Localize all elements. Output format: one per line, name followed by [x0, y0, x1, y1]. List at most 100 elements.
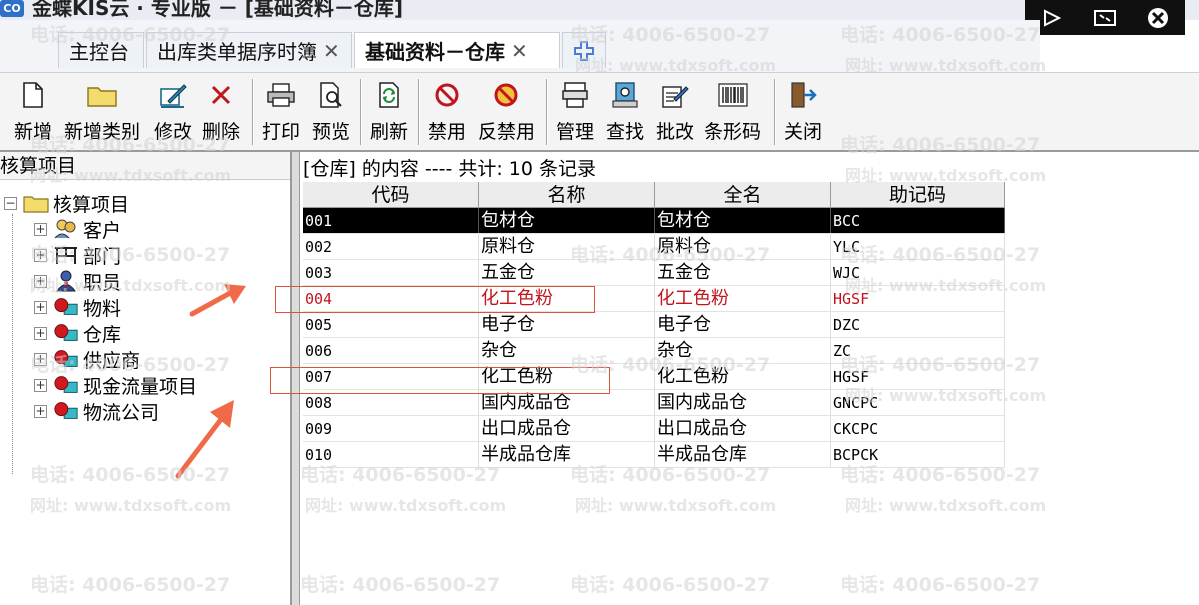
tree-item-department[interactable]: + 部门 [34, 242, 121, 268]
plus-icon [574, 40, 594, 61]
tab-label: 基础资料－仓库 [365, 40, 505, 64]
expand-icon[interactable]: + [34, 378, 47, 392]
tree-item-employee[interactable]: + 职员 [34, 268, 121, 294]
warehouse-table: 代码 名称 全名 助记码 001 包材仓 包材仓 BCC 002 原料仓 原料仓… [303, 182, 1005, 468]
expand-icon[interactable]: + [34, 222, 47, 236]
toolbar-separator [546, 79, 548, 145]
tab-bar: 主控台 出库类单据序时簿 ✕ 基础资料－仓库 ✕ [0, 20, 1040, 72]
table-row[interactable]: 010 半成品仓库 半成品仓库 BCPCK [303, 442, 1005, 468]
toolbar-separator [774, 79, 776, 145]
ban-icon [435, 83, 459, 107]
refresh-button[interactable]: 刷新 [370, 79, 408, 145]
column-header[interactable]: 全名 [655, 182, 831, 207]
minimize-icon[interactable] [1038, 5, 1066, 31]
batch-edit-icon [662, 86, 689, 108]
expand-icon[interactable]: + [34, 404, 47, 418]
edit-button[interactable]: 修改 [154, 79, 192, 145]
table-row[interactable]: 001 包材仓 包材仓 BCC [303, 208, 1005, 234]
refresh-icon [379, 82, 399, 108]
close-button[interactable]: 关闭 [784, 79, 822, 145]
expand-icon[interactable]: + [34, 274, 47, 288]
edit-icon [160, 84, 187, 108]
find-icon [612, 82, 638, 108]
toolbar-separator [360, 79, 362, 145]
warehouse-icon [53, 322, 79, 344]
toolbar-separator [418, 79, 420, 145]
department-icon [53, 244, 79, 266]
restore-icon[interactable] [1091, 5, 1119, 31]
printer-icon [267, 83, 295, 107]
tree-item-supplier[interactable]: + 供应商 [34, 346, 140, 372]
tab-outbound-journal[interactable]: 出库类单据序时簿 ✕ [146, 32, 352, 68]
table-header: 代码 名称 全名 助记码 [303, 182, 1005, 208]
table-row[interactable]: 005 电子仓 电子仓 DZC [303, 312, 1005, 338]
add-tab-button[interactable] [562, 32, 606, 68]
highlight-box [275, 286, 595, 313]
table-row[interactable]: 003 五金仓 五金仓 WJC [303, 260, 1005, 286]
window-controls [1025, 0, 1185, 35]
preview-icon [320, 82, 342, 108]
close-icon[interactable] [1144, 5, 1172, 31]
table-row[interactable]: 009 出口成品仓 出口成品仓 CKCPC [303, 416, 1005, 442]
expand-icon[interactable]: + [34, 300, 47, 314]
delete-icon [211, 85, 231, 105]
collapse-icon[interactable]: − [4, 196, 17, 210]
tree-panel: 核算项目 − 核算项目 + 客户 + 部门 + 职员 + 物料 + 仓库 + 供… [0, 152, 292, 605]
find-button[interactable]: 查找 [606, 79, 644, 145]
column-header[interactable]: 名称 [479, 182, 655, 207]
manage-button[interactable]: 管理 [556, 79, 594, 145]
window-title: 金蝶KIS云 · 专业版 － [基础资料－仓库] [32, 0, 404, 20]
table-row[interactable]: 006 杂仓 杂仓 ZC [303, 338, 1005, 364]
folder-icon [23, 192, 49, 214]
tree-item-logistics[interactable]: + 物流公司 [34, 398, 159, 424]
expand-icon[interactable]: + [34, 248, 47, 262]
print-button[interactable]: 打印 [262, 79, 300, 145]
preview-button[interactable]: 预览 [312, 79, 350, 145]
window-titlebar: CO 金蝶KIS云 · 专业版 － [基础资料－仓库] [0, 0, 1199, 20]
tab-close-icon[interactable]: ✕ [511, 39, 528, 63]
tree-item-item[interactable]: + 物料 [34, 294, 121, 320]
table-row[interactable]: 002 原料仓 原料仓 YLC [303, 234, 1005, 260]
expand-icon[interactable]: + [34, 352, 47, 366]
batch-edit-button[interactable]: 批改 [656, 79, 694, 145]
content-header: [仓库] 的内容 ---- 共计: 10 条记录 [303, 158, 597, 180]
new-button[interactable]: 新增 [14, 79, 52, 145]
customer-icon [53, 218, 79, 240]
tree-panel-header: 核算项目 [0, 152, 290, 180]
tab-label: 主控台 [69, 40, 129, 64]
enable-button[interactable]: 反禁用 [478, 79, 535, 145]
folder-icon [87, 87, 117, 107]
toolbar: 新增 新增类别 修改 删除 打印 预览 刷新 禁用 反禁用 管理 查找 批改 条… [0, 72, 1199, 152]
tab-warehouse[interactable]: 基础资料－仓库 ✕ [354, 32, 560, 68]
item-icon [53, 296, 79, 318]
toolbar-separator [252, 79, 254, 145]
highlight-box [270, 367, 610, 394]
expand-icon[interactable]: + [34, 326, 47, 340]
tree-item-cashflow[interactable]: + 现金流量项目 [34, 372, 197, 398]
tree-connector [12, 214, 13, 474]
arrow-icon [175, 400, 234, 479]
cashflow-icon [53, 374, 79, 396]
disable-button[interactable]: 禁用 [428, 79, 466, 145]
exit-icon [791, 82, 817, 108]
app-logo: CO [0, 0, 24, 17]
logistics-icon [53, 400, 79, 422]
tree-item-customer[interactable]: + 客户 [34, 216, 121, 242]
employee-icon [53, 270, 79, 292]
column-header[interactable]: 代码 [303, 182, 479, 207]
arrow-icon [189, 284, 246, 317]
barcode-icon [717, 83, 748, 107]
tree-root[interactable]: − 核算项目 [4, 190, 129, 216]
delete-button[interactable]: 删除 [202, 79, 240, 145]
column-header[interactable]: 助记码 [831, 182, 1005, 207]
tab-label: 出库类单据序时簿 [157, 40, 317, 64]
tab-close-icon[interactable]: ✕ [323, 39, 340, 63]
tree-item-warehouse[interactable]: + 仓库 [34, 320, 121, 346]
new-category-button[interactable]: 新增类别 [64, 79, 140, 145]
barcode-button[interactable]: 条形码 [704, 79, 761, 145]
supplier-icon [53, 348, 79, 370]
unban-icon [494, 83, 517, 107]
tab-console[interactable]: 主控台 [58, 32, 144, 68]
new-document-icon [23, 82, 43, 108]
manage-icon [562, 82, 588, 108]
